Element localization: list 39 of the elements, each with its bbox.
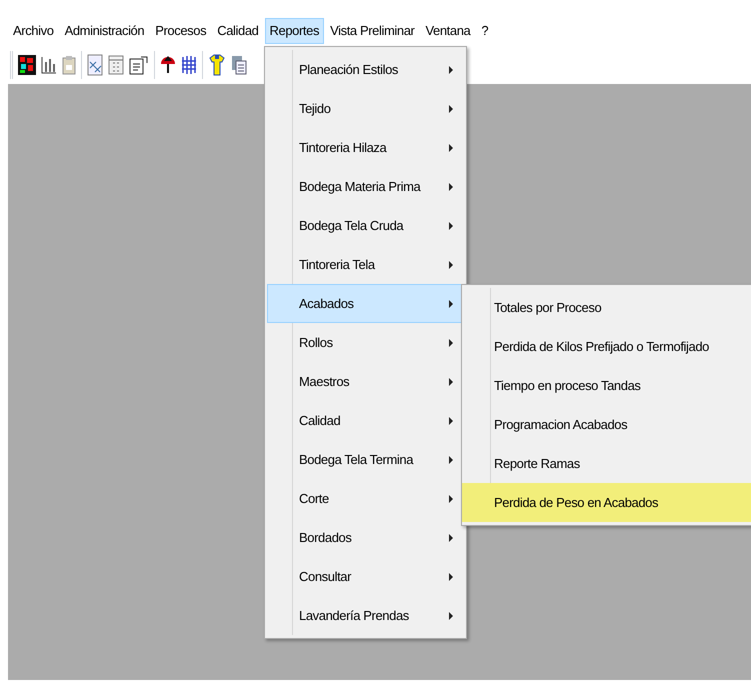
menu-option[interactable]: Maestros (267, 362, 464, 401)
clipboard-icon[interactable] (62, 55, 76, 75)
menu-option[interactable]: Bodega Tela Termina (267, 440, 464, 479)
menu-option[interactable]: Tintoreria Tela (267, 245, 464, 284)
menu-option[interactable]: Totales por Proceso (462, 288, 751, 327)
menu-item[interactable]: Vista Preliminar (325, 18, 420, 44)
menu-option[interactable]: Perdida de Kilos Prefijado o Termofijado (462, 327, 751, 366)
menu-option[interactable]: Programacion Acabados (462, 405, 751, 444)
menu-item[interactable]: ? (476, 18, 494, 44)
table-icon[interactable] (108, 55, 124, 75)
menu-item[interactable]: Ventana (420, 18, 476, 44)
menu-option[interactable]: Acabados (267, 284, 464, 323)
umbrella-icon[interactable] (160, 55, 176, 75)
menu-option[interactable]: Calidad (267, 401, 464, 440)
pattern-document-icon[interactable] (87, 54, 103, 76)
menu-option[interactable]: Bodega Tela Cruda (267, 206, 464, 245)
menu-item[interactable]: Procesos (150, 18, 212, 44)
menu-item[interactable]: Administración (60, 18, 150, 44)
menu-option[interactable]: Planeación Estilos (267, 50, 464, 89)
color-grid-icon[interactable] (18, 55, 36, 75)
bar-chart-icon[interactable] (41, 56, 57, 74)
shirt-icon[interactable] (208, 54, 226, 76)
menu-item[interactable]: Archivo (8, 18, 59, 44)
menu-item[interactable]: Calidad (212, 18, 264, 44)
menu-option[interactable]: Reporte Ramas (462, 444, 751, 483)
menu-option[interactable]: Rollos (267, 323, 464, 362)
menu-option[interactable]: Corte (267, 479, 464, 518)
toolbar-grip[interactable] (10, 51, 13, 79)
documents-icon[interactable] (231, 55, 247, 75)
menu-option[interactable]: Tiempo en proceso Tandas (462, 366, 751, 405)
menu-option[interactable]: Bodega Materia Prima (267, 167, 464, 206)
menu-option[interactable]: Lavandería Prendas (267, 596, 464, 635)
menu-option[interactable]: Tejido (267, 89, 464, 128)
menu-option[interactable]: Perdida de Peso en Acabados (462, 483, 751, 522)
menu-option[interactable]: Tintoreria Hilaza (267, 128, 464, 167)
document-edit-icon[interactable] (129, 55, 149, 75)
menu-option[interactable]: Consultar (267, 557, 464, 596)
menu-option[interactable]: Bordados (267, 518, 464, 557)
menu-item[interactable]: Reportes (264, 18, 324, 44)
